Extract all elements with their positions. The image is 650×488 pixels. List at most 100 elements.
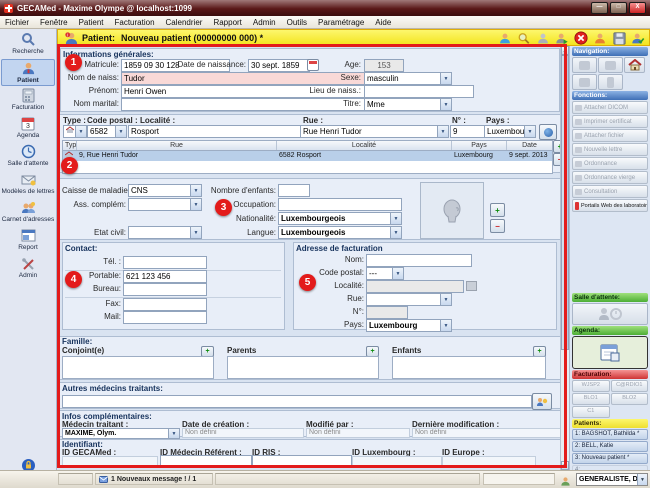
patient-header-bar: i Patient:Nouveau patient (00000000 000)… xyxy=(57,29,650,46)
occupation-field[interactable] xyxy=(278,198,402,211)
fax-field[interactable] xyxy=(123,298,207,311)
new-patient-icon[interactable] xyxy=(497,31,513,45)
chevron-down-icon: ▼ xyxy=(392,268,403,279)
parents-list[interactable] xyxy=(227,356,379,379)
scrollbar-thumb[interactable] xyxy=(561,55,569,350)
section-identifiant: Identifiant: ID GECAMed : ID Médecin Réf… xyxy=(59,439,562,466)
select-doctor-button[interactable] xyxy=(532,393,552,410)
menu-fichier[interactable]: Fichier xyxy=(5,18,29,27)
geolocate-button[interactable] xyxy=(539,124,557,140)
sidebar-item-carnet-adresses[interactable]: Carnet d'adresses xyxy=(1,199,55,226)
menu-admin[interactable]: Admin xyxy=(253,18,276,27)
sidebar-item-report[interactable]: Report xyxy=(1,227,55,254)
address-table: Type Rue Localité Pays Date 9, Rue Henri… xyxy=(62,140,553,174)
billing-postal-select[interactable]: ---▼ xyxy=(366,267,404,280)
billing-nom-field[interactable] xyxy=(366,254,472,267)
menu-patient[interactable]: Patient xyxy=(79,18,104,27)
status-message-cell[interactable]: 1 Nouveaux message ! / 1 xyxy=(95,473,213,485)
birthplace-field[interactable] xyxy=(364,85,474,98)
add-patient-icon[interactable] xyxy=(554,31,570,45)
postal-select[interactable]: 6582▼ xyxy=(87,125,127,138)
sidebar-item-patient[interactable]: Patient xyxy=(1,59,55,86)
agenda-button[interactable] xyxy=(572,336,648,369)
street-select[interactable]: Rue Henri Tudor▼ xyxy=(300,125,449,138)
patient-tab-2[interactable]: 2: BELL, Katie xyxy=(572,441,648,452)
portails-web-button[interactable]: Portails Web des laboratoires xyxy=(572,199,648,212)
facturation-header: Facturation: xyxy=(572,370,648,379)
nav-home-button[interactable] xyxy=(624,57,645,73)
col-type[interactable]: Type xyxy=(63,141,77,150)
validate-patient-icon[interactable] xyxy=(630,31,646,45)
portable-field[interactable]: 621 123 456 xyxy=(123,270,207,283)
pill-icon xyxy=(575,161,582,167)
save-icon[interactable] xyxy=(611,31,627,45)
sidebar-item-salle-attente[interactable]: Salle d'attente xyxy=(1,143,55,170)
patient-info-icon[interactable] xyxy=(592,31,608,45)
dob-field[interactable]: 30 sept. 1859 xyxy=(248,59,310,72)
attach-icon xyxy=(575,105,582,111)
patient-tab-3[interactable]: 3: Nouveau patient * xyxy=(572,453,648,464)
form-scrollbar[interactable]: ▲ ▼ xyxy=(560,46,569,470)
address-table-row[interactable]: 9, Rue Henri Tudor 6582 Rosport Luxembou… xyxy=(63,151,552,161)
enfants-list[interactable] xyxy=(392,356,546,379)
nationalite-select[interactable]: Luxembourgeois▼ xyxy=(278,212,402,225)
sex-select[interactable]: masculin▼ xyxy=(364,72,452,85)
minimize-button[interactable]: — xyxy=(591,2,608,14)
billing-rue-select[interactable]: ▼ xyxy=(366,293,452,306)
autres-medecins-field[interactable] xyxy=(62,395,532,408)
sidebar-item-agenda[interactable]: 3 Agenda xyxy=(1,115,55,142)
patient-tab-1[interactable]: 1: BAGSHOT, Bathilda * xyxy=(572,429,648,440)
doctors-icon xyxy=(536,397,548,407)
add-photo-button[interactable]: + xyxy=(490,203,505,217)
medecin-traitant-select[interactable]: MAXIME, Olym.▼ xyxy=(62,428,180,439)
imprimer-certificat-button: Imprimer certificat xyxy=(572,115,648,128)
user-select[interactable]: GENERALISTE, D ▼ xyxy=(576,473,648,486)
sidebar-item-modeles-lettres[interactable]: Modèles de lettres xyxy=(1,171,55,198)
age-label: Age: xyxy=(316,60,361,69)
cancel-icon[interactable] xyxy=(573,31,589,45)
id-referent-field[interactable] xyxy=(160,455,252,466)
bureau-field[interactable] xyxy=(123,283,207,296)
conjoint-list[interactable] xyxy=(62,356,214,379)
menu-parametrage[interactable]: Paramétrage xyxy=(318,18,364,27)
col-localite[interactable]: Localité xyxy=(277,141,452,150)
scroll-down-icon[interactable]: ▼ xyxy=(561,461,569,470)
attacher-fichier-button: Attacher fichier xyxy=(572,129,648,142)
mail-field[interactable] xyxy=(123,311,207,324)
scroll-up-icon[interactable]: ▲ xyxy=(561,46,569,55)
country-select[interactable]: Luxembourg▼ xyxy=(484,125,536,138)
tel-field[interactable] xyxy=(123,256,207,269)
col-date[interactable]: Date xyxy=(507,141,552,150)
sidebar-item-admin[interactable]: Admin xyxy=(1,255,55,282)
remove-photo-button[interactable]: − xyxy=(490,219,505,233)
billing-pays-select[interactable]: Luxembourg▼ xyxy=(366,319,452,332)
menu-outils[interactable]: Outils xyxy=(287,18,307,27)
sidebar-item-facturation[interactable]: Facturation xyxy=(1,87,55,114)
tel-label: Tél. : xyxy=(65,257,121,266)
menu-aide[interactable]: Aide xyxy=(375,18,391,27)
langue-select[interactable]: Luxembourgeois▼ xyxy=(278,226,402,239)
menu-fenetre[interactable]: Fenêtre xyxy=(40,18,68,27)
salle-attente-button xyxy=(572,303,648,325)
status-input-cell[interactable] xyxy=(483,473,555,485)
col-rue[interactable]: Rue xyxy=(77,141,277,150)
locality-field[interactable]: Rosport xyxy=(128,125,303,138)
menu-calendrier[interactable]: Calendrier xyxy=(166,18,203,27)
title-select[interactable]: Mme▼ xyxy=(364,98,452,111)
dob-label: Date de naissance: xyxy=(167,60,246,69)
section-adresse: Type : Code postal : Localité : Rue : N°… xyxy=(59,114,562,173)
sidebar-item-recherche[interactable]: Recherche xyxy=(1,31,55,58)
num-field[interactable]: 9 xyxy=(450,125,485,138)
close-button[interactable]: X xyxy=(629,2,646,14)
search-patient-icon[interactable] xyxy=(516,31,532,45)
nouvelle-lettre-button: Nouvelle lettre xyxy=(572,143,648,156)
col-pays[interactable]: Pays xyxy=(452,141,507,150)
sex-label: Sexe: xyxy=(316,73,361,82)
menu-rapport[interactable]: Rapport xyxy=(213,18,241,27)
maximize-button[interactable]: □ xyxy=(610,2,627,14)
address-type-select[interactable]: ▼ xyxy=(63,125,87,138)
enfants-field[interactable] xyxy=(278,184,310,197)
menu-facturation[interactable]: Facturation xyxy=(115,18,155,27)
current-user: GENERALISTE, D xyxy=(577,474,637,485)
id-ris-field[interactable] xyxy=(252,455,352,466)
